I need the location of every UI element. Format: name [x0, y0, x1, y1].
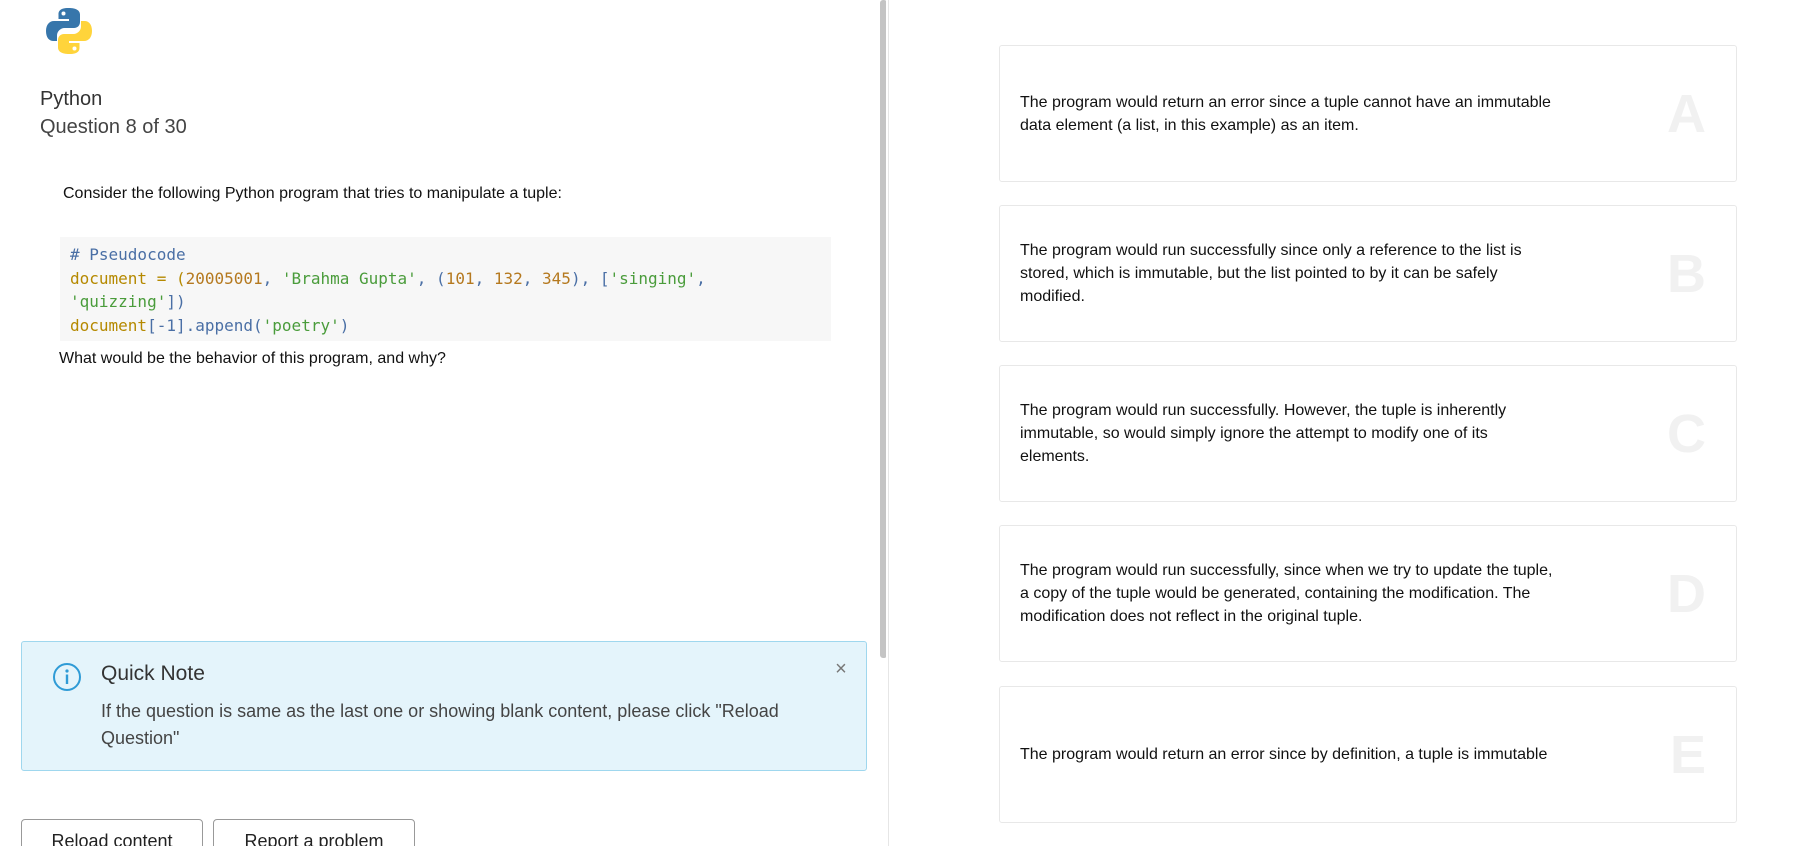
option-letter: B [1667, 243, 1706, 304]
report-problem-button[interactable]: Report a problem [213, 819, 415, 846]
code-token: ]) [166, 292, 186, 311]
code-token: [-1] [147, 315, 186, 335]
quiz-page: Python Question 8 of 30 Consider the fol… [0, 0, 1806, 846]
option-text: The program would run successfully. Howe… [1020, 402, 1507, 465]
python-logo-icon [46, 8, 92, 54]
note-title: Quick Note [101, 662, 205, 685]
subject-title: Python [40, 88, 103, 110]
code-token: , ( [416, 268, 446, 288]
answer-option-a[interactable]: The program would return an error since … [999, 45, 1737, 182]
code-token: = ( [147, 268, 186, 288]
code-token: 'singing' [609, 268, 697, 288]
code-comment: # Pseudocode [70, 245, 186, 264]
option-letter: E [1669, 724, 1706, 785]
answer-option-b[interactable]: The program would run successfully since… [999, 205, 1737, 342]
code-token: document [70, 268, 148, 288]
answer-option-e[interactable]: The program would return an error since … [999, 686, 1737, 823]
panel-divider [888, 0, 889, 846]
question-prompt: What would be the behavior of this progr… [59, 350, 446, 367]
reload-content-button[interactable]: Reload content [21, 819, 203, 846]
code-token: , [696, 268, 706, 288]
code-token: , [474, 268, 494, 288]
code-token: 101 [445, 268, 475, 288]
code-token: 20005001 [185, 268, 263, 288]
quick-note-banner: Quick Note If the question is same as th… [21, 641, 867, 771]
code-token: 'poetry' [262, 315, 340, 335]
code-token: 345 [542, 268, 571, 288]
code-token: 'Brahma Gupta' [281, 268, 417, 288]
code-token: document [70, 315, 148, 335]
question-panel: Python Question 8 of 30 Consider the fol… [0, 0, 886, 846]
option-letter: C [1667, 403, 1706, 464]
scrollbar-thumb[interactable] [880, 0, 886, 658]
question-counter: Question 8 of 30 [40, 116, 187, 138]
code-block: # Pseudocode document = (20005001, 'Brah… [60, 237, 831, 341]
code-token: , [262, 268, 282, 288]
code-token: ), [ [570, 268, 610, 288]
option-text: The program would return an error since … [1020, 93, 1551, 134]
answer-option-d[interactable]: The program would run successfully, sinc… [999, 525, 1737, 662]
option-text: The program would run successfully, sinc… [1020, 562, 1553, 625]
code-token: ) [339, 315, 350, 335]
code-token: .append( [185, 315, 263, 335]
code-token: 132 [493, 268, 523, 288]
option-letter: D [1667, 563, 1706, 624]
option-text: The program would return an error since … [1020, 746, 1548, 763]
answer-option-c[interactable]: The program would run successfully. Howe… [999, 365, 1737, 502]
question-intro: Consider the following Python program th… [63, 185, 562, 202]
info-icon [53, 663, 81, 691]
code-token: , [522, 268, 543, 288]
note-text: If the question is same as the last one … [101, 701, 779, 748]
option-text: The program would run successfully since… [1020, 242, 1522, 305]
code-token: 'quizzing' [70, 292, 167, 311]
close-icon[interactable]: × [830, 658, 852, 681]
option-letter: A [1667, 83, 1706, 144]
